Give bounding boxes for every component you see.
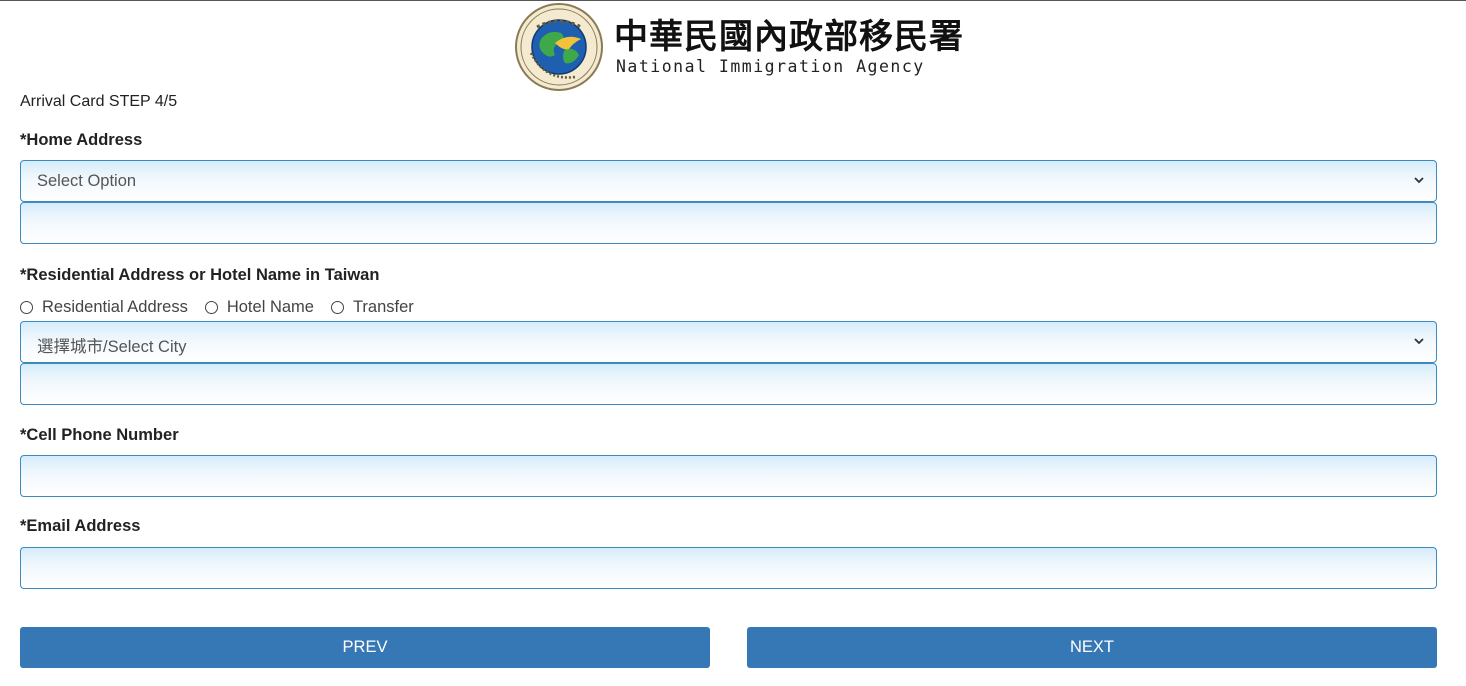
- city-select-value: 選擇城市/Select City: [37, 338, 187, 356]
- email-label: *Email Address: [20, 517, 141, 535]
- step-indicator: Arrival Card STEP 4/5: [20, 93, 178, 110]
- radio-circle[interactable]: [204, 300, 218, 314]
- arrival-card-page: 中華民國內政部移民署 National Immigration Agency A…: [0, 0, 1466, 686]
- radio-circle[interactable]: [20, 300, 33, 314]
- nia-seal-icon: [515, 3, 603, 91]
- chevron-down-icon: [1414, 338, 1424, 345]
- radio-label: Residential Address: [42, 297, 188, 316]
- chevron-down-icon: [1414, 177, 1424, 184]
- prev-button[interactable]: PREV: [20, 627, 710, 668]
- residential-type-radio-group: Residential Address Hotel Name Transfer: [20, 297, 431, 317]
- radio-residential-address[interactable]: Residential Address: [20, 298, 188, 317]
- radio-hotel-name[interactable]: Hotel Name: [204, 297, 314, 317]
- home-address-select-value: Select Option: [37, 172, 137, 190]
- header: 中華民國內政部移民署 National Immigration Agency: [0, 1, 1466, 93]
- cell-phone-input[interactable]: [20, 455, 1437, 497]
- agency-name-en: National Immigration Agency: [616, 57, 925, 76]
- radio-label: Transfer: [352, 297, 414, 316]
- radio-label: Hotel Name: [226, 297, 314, 316]
- cell-phone-label: *Cell Phone Number: [20, 426, 179, 444]
- agency-name-zh: 中華民國內政部移民署: [614, 17, 964, 57]
- next-button[interactable]: NEXT: [747, 627, 1437, 668]
- home-address-select[interactable]: Select Option: [20, 160, 1437, 202]
- residential-address-label: *Residential Address or Hotel Name in Ta…: [20, 266, 380, 284]
- email-input[interactable]: [20, 547, 1437, 589]
- radio-circle[interactable]: [330, 300, 344, 314]
- radio-transfer[interactable]: Transfer: [330, 297, 414, 317]
- residential-address-input[interactable]: [20, 363, 1437, 405]
- home-address-label: *Home Address: [20, 131, 143, 149]
- home-address-input[interactable]: [20, 202, 1437, 244]
- city-select[interactable]: 選擇城市/Select City: [20, 321, 1437, 363]
